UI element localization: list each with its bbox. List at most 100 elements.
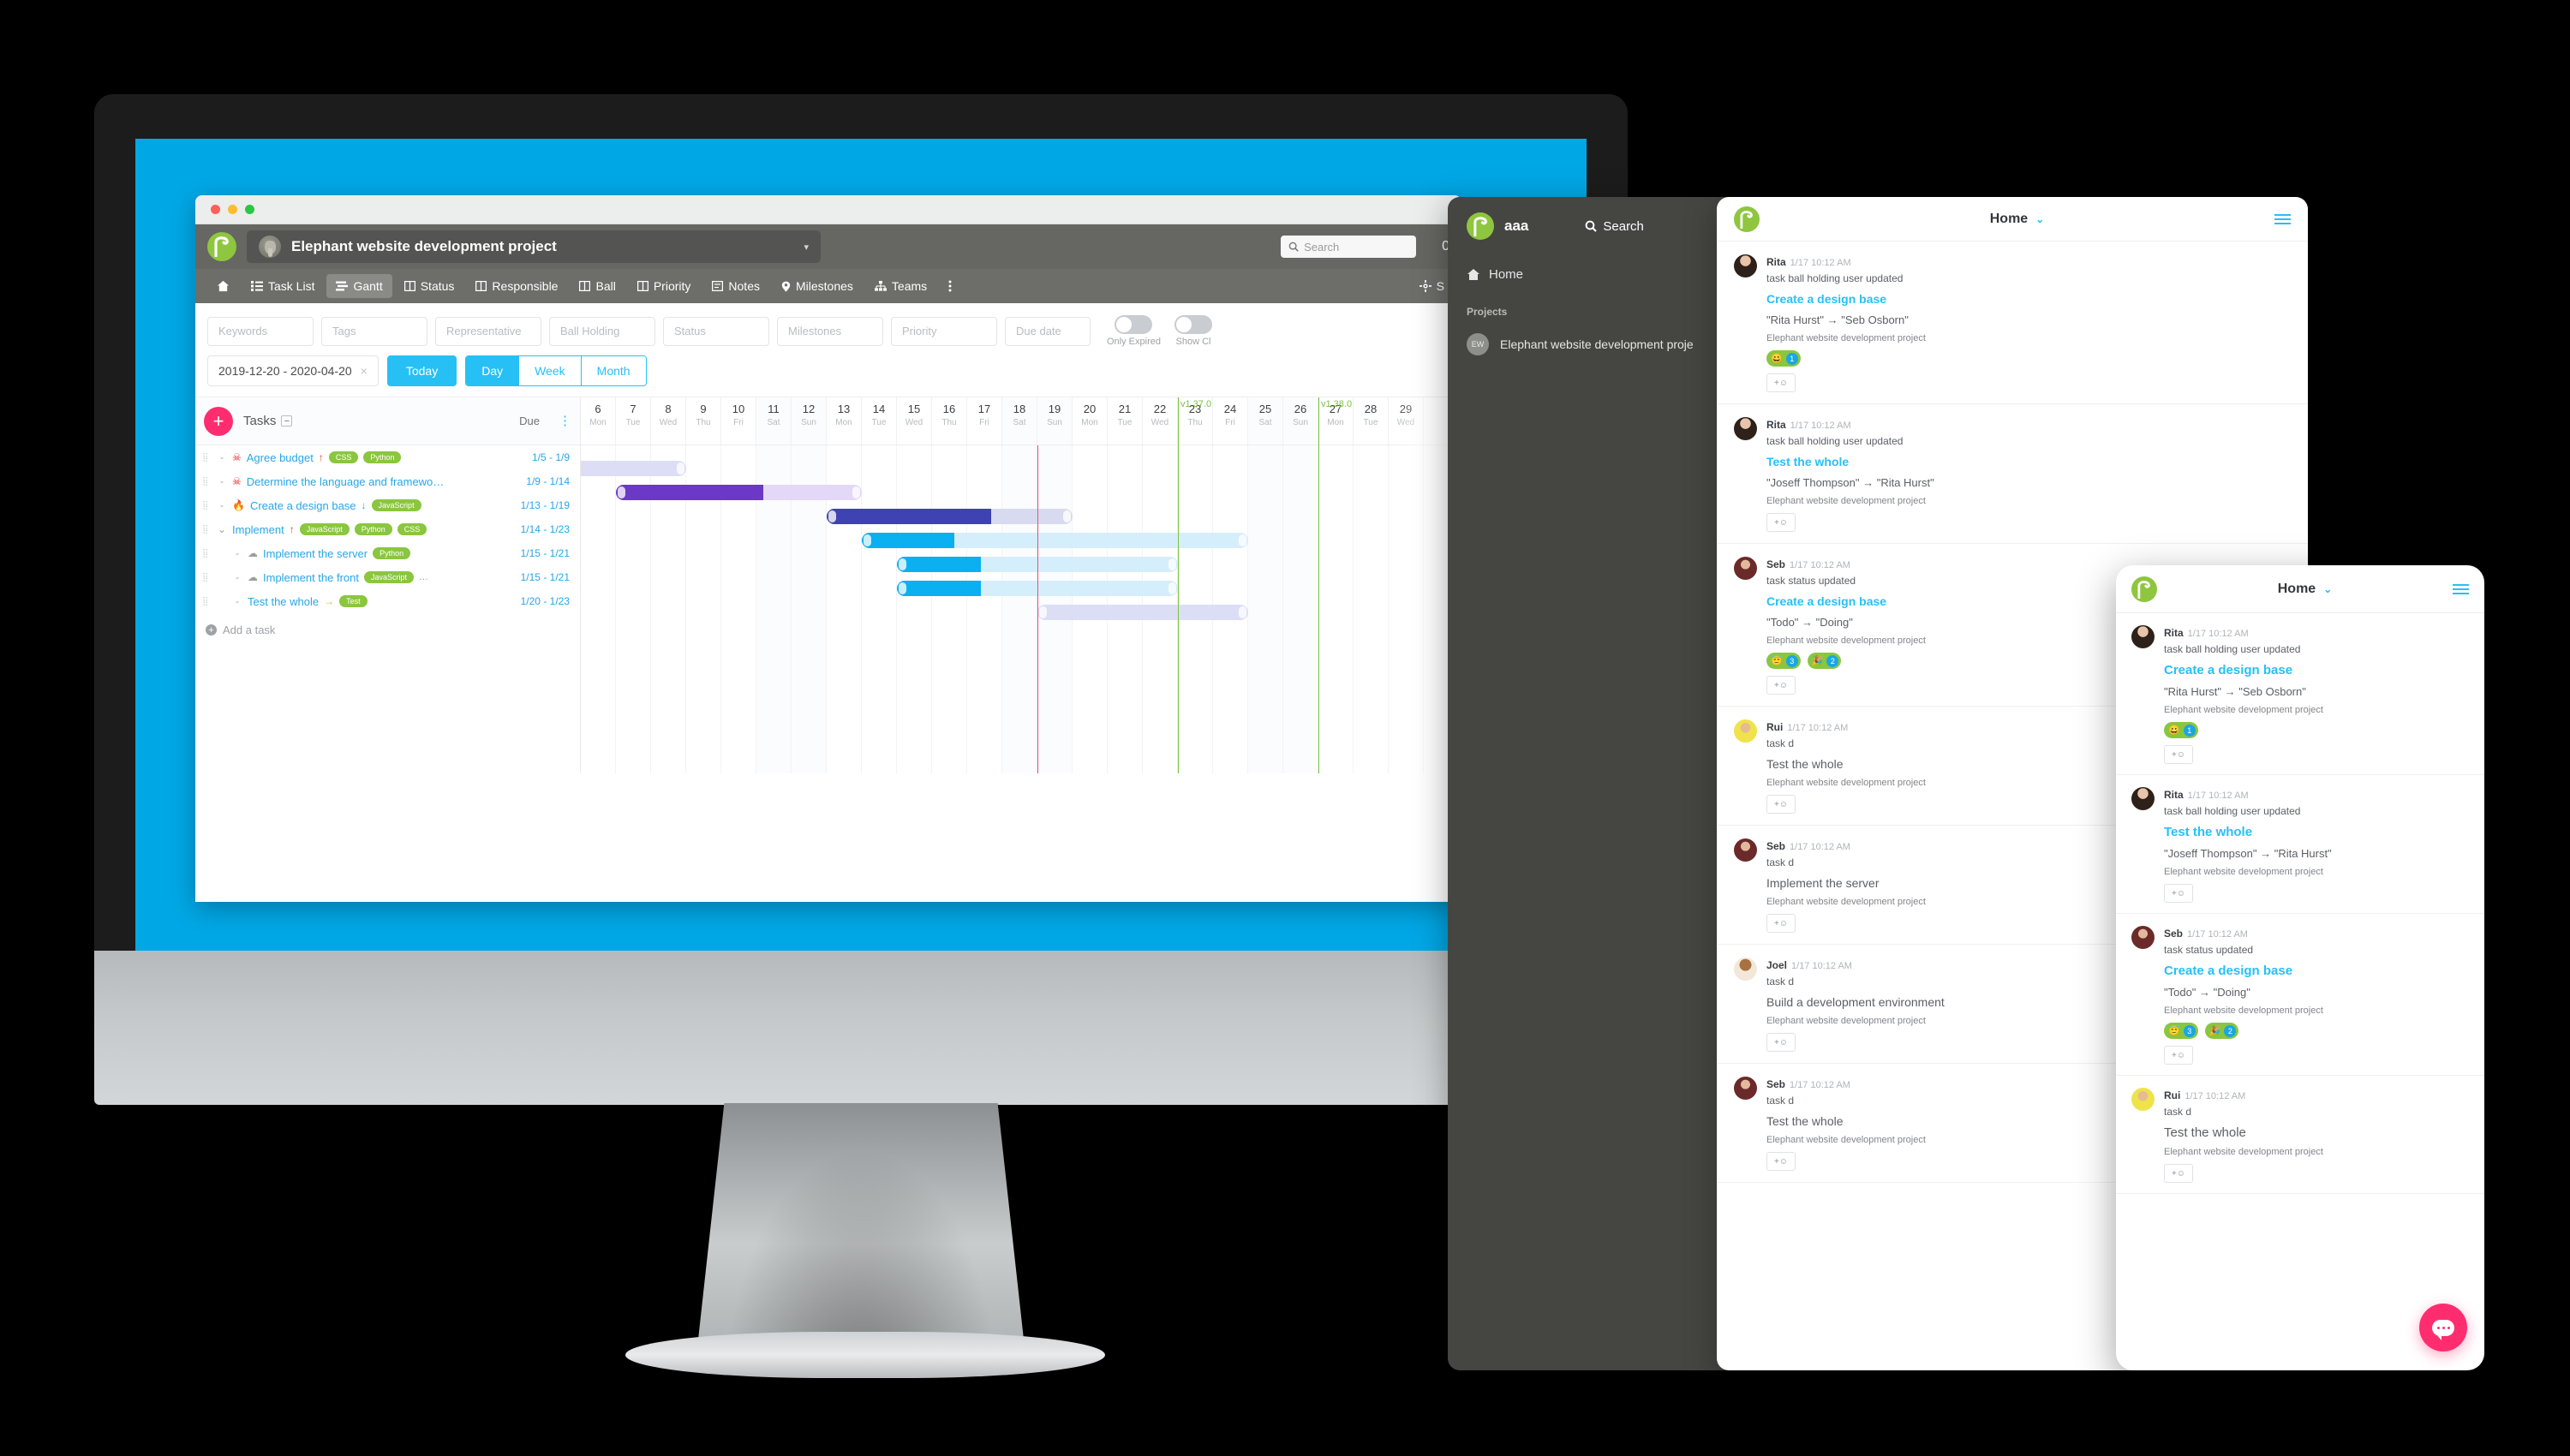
tag-badge[interactable]: CSS bbox=[328, 451, 359, 463]
add-reaction-button[interactable]: +☺ bbox=[1766, 1152, 1796, 1171]
hamburger-icon[interactable] bbox=[2274, 213, 2291, 224]
gantt-bar[interactable] bbox=[581, 461, 686, 476]
search-input[interactable]: Search bbox=[1281, 236, 1417, 258]
bar-resize-handle-right[interactable] bbox=[1063, 510, 1071, 522]
bar-resize-handle-left[interactable] bbox=[828, 510, 836, 522]
clear-icon[interactable]: × bbox=[361, 364, 368, 378]
account-badge[interactable]: 0 bbox=[1426, 239, 1449, 254]
reaction-badge[interactable]: 🎉 2 bbox=[1807, 653, 1842, 669]
task-link[interactable]: Create a design base bbox=[2164, 663, 2469, 677]
toggle-only-expired[interactable]: Only Expired bbox=[1107, 315, 1161, 347]
gantt-bar[interactable] bbox=[616, 485, 862, 500]
list-item[interactable]: Rita 1/17 10:12 AM task ball holding user … bbox=[1717, 404, 2308, 544]
bar-resize-handle-right[interactable] bbox=[852, 486, 860, 498]
zoom-icon[interactable] bbox=[245, 205, 254, 214]
hamburger-icon[interactable] bbox=[2453, 583, 2469, 594]
task-name[interactable]: Determine the language and framewo… bbox=[247, 475, 445, 488]
toggle-switch[interactable] bbox=[1174, 315, 1212, 334]
scale-month[interactable]: Month bbox=[580, 356, 646, 385]
tag-badge[interactable]: JavaScript bbox=[371, 499, 421, 511]
task-link[interactable]: Create a design base bbox=[1766, 292, 2291, 306]
milestone-label[interactable]: v1.37.0 bbox=[1180, 399, 1211, 409]
filter-keywords[interactable]: Keywords bbox=[207, 316, 314, 346]
tag-overflow[interactable]: … bbox=[419, 572, 428, 582]
task-name[interactable]: Create a design base bbox=[250, 499, 356, 512]
drag-handle[interactable]: ⣿ bbox=[202, 525, 212, 534]
nav-home[interactable] bbox=[207, 275, 239, 297]
task-link[interactable]: Test the whole bbox=[1766, 455, 2291, 468]
project-selector[interactable]: Elephant website development project ▾ bbox=[247, 230, 821, 263]
reaction-badge[interactable]: 😇 3 bbox=[2164, 1023, 2198, 1039]
expand-toggle[interactable]: - bbox=[217, 499, 227, 511]
feed-title[interactable]: Home ⌄ bbox=[1760, 212, 2274, 227]
bar-resize-handle-left[interactable] bbox=[899, 558, 906, 570]
toggle-show-closed[interactable]: Show Cl bbox=[1174, 315, 1212, 347]
bar-resize-handle-right[interactable] bbox=[1239, 606, 1246, 618]
drag-handle[interactable]: ⣿ bbox=[202, 501, 212, 510]
add-reaction-button[interactable]: +☺ bbox=[2164, 884, 2193, 903]
bar-resize-handle-right[interactable] bbox=[677, 462, 684, 474]
reaction-badge[interactable]: 🎉 2 bbox=[2204, 1023, 2239, 1039]
filter-status[interactable]: Status bbox=[663, 316, 769, 346]
today-button[interactable]: Today bbox=[386, 355, 457, 386]
scale-week[interactable]: Week bbox=[518, 356, 581, 385]
close-icon[interactable] bbox=[211, 205, 220, 214]
chevron-down-icon[interactable]: ⌄ bbox=[2323, 583, 2332, 595]
task-name[interactable]: Implement the front bbox=[263, 571, 359, 584]
milestone-label[interactable]: v1.38.0 bbox=[1321, 399, 1352, 409]
add-reaction-button[interactable]: +☺ bbox=[1766, 914, 1796, 933]
list-item[interactable]: Rita 1/17 10:12 AM task ball holding user … bbox=[2116, 775, 2484, 914]
bar-resize-handle-left[interactable] bbox=[899, 582, 906, 594]
drag-handle[interactable]: ⣿ bbox=[202, 477, 212, 486]
table-row[interactable]: ⣿ - ☁ Implement the front JavaScript … 1/15 - … bbox=[195, 565, 580, 589]
drag-handle[interactable]: ⣿ bbox=[202, 549, 212, 558]
table-row[interactable]: ⣿ ⌄ Implement ↑ JavaScript Python CSS 1/14 - 1/… bbox=[195, 517, 580, 541]
table-row[interactable]: ⣿ - ☠ Agree budget ↑ CSS Python 1/5 - 1/9 bbox=[195, 445, 580, 469]
task-name[interactable]: Agree budget bbox=[247, 451, 314, 464]
filter-due-date[interactable]: Due date bbox=[1005, 316, 1091, 346]
reaction-badge[interactable]: 😀 1 bbox=[1766, 350, 1801, 367]
drag-handle[interactable]: ⣿ bbox=[202, 453, 212, 462]
add-task-row[interactable]: + Add a task bbox=[195, 613, 580, 636]
add-reaction-button[interactable]: +☺ bbox=[1766, 795, 1796, 814]
add-reaction-button[interactable]: +☺ bbox=[1766, 1033, 1796, 1052]
add-reaction-button[interactable]: +☺ bbox=[2164, 745, 2193, 764]
nav-priority[interactable]: Priority bbox=[628, 274, 701, 298]
tag-badge[interactable]: Python bbox=[363, 451, 402, 463]
gantt-bar[interactable] bbox=[1037, 605, 1248, 620]
nav-status[interactable]: Status bbox=[395, 274, 464, 298]
filter-milestones[interactable]: Milestones bbox=[777, 316, 883, 346]
kebab-icon[interactable]: ⋮ bbox=[550, 415, 571, 427]
add-reaction-button[interactable]: +☺ bbox=[2164, 1164, 2193, 1183]
tag-badge[interactable]: JavaScript bbox=[364, 571, 415, 583]
bar-resize-handle-left[interactable] bbox=[1039, 606, 1047, 618]
expand-toggle[interactable]: - bbox=[232, 571, 242, 583]
chat-icon[interactable] bbox=[2419, 1304, 2467, 1352]
list-item[interactable]: Rita 1/17 10:12 AM task ball holding user … bbox=[2116, 613, 2484, 775]
mobile-title[interactable]: Home ⌄ bbox=[2157, 582, 2453, 597]
gantt-bar[interactable] bbox=[827, 509, 1073, 524]
gantt-bar[interactable] bbox=[862, 533, 1248, 548]
expand-toggle[interactable]: - bbox=[232, 595, 242, 607]
task-name[interactable]: Test the whole bbox=[248, 595, 319, 608]
reaction-badge[interactable]: 😀 1 bbox=[2164, 722, 2198, 738]
filter-tags[interactable]: Tags bbox=[321, 316, 427, 346]
filter-representative[interactable]: Representative bbox=[435, 316, 541, 346]
tag-badge[interactable]: CSS bbox=[397, 523, 427, 535]
bar-resize-handle-right[interactable] bbox=[1239, 534, 1246, 546]
table-row[interactable]: ⣿ - Test the whole → Test 1/20 - 1/23 bbox=[195, 589, 580, 613]
nav-teams[interactable]: Teams bbox=[865, 274, 936, 298]
sidebar-search-button[interactable]: Search bbox=[1585, 219, 1644, 234]
nav-overflow[interactable] bbox=[939, 275, 961, 297]
tag-badge[interactable]: Python bbox=[373, 547, 411, 559]
nav-milestones[interactable]: Milestones bbox=[772, 274, 863, 298]
tag-badge[interactable]: Python bbox=[354, 523, 392, 535]
bar-resize-handle-right[interactable] bbox=[1168, 582, 1176, 594]
add-reaction-button[interactable]: +☺ bbox=[2164, 1046, 2193, 1065]
expand-toggle[interactable]: - bbox=[217, 451, 227, 463]
chevron-down-icon[interactable]: ⌄ bbox=[2035, 213, 2044, 225]
tag-badge[interactable]: Test bbox=[339, 595, 368, 607]
table-row[interactable]: ⣿ - ☁ Implement the server Python 1/15 - 1/21 bbox=[195, 541, 580, 565]
add-reaction-button[interactable]: +☺ bbox=[1766, 373, 1796, 392]
date-range-input[interactable]: 2019-12-20 - 2020-04-20 × bbox=[207, 355, 379, 386]
